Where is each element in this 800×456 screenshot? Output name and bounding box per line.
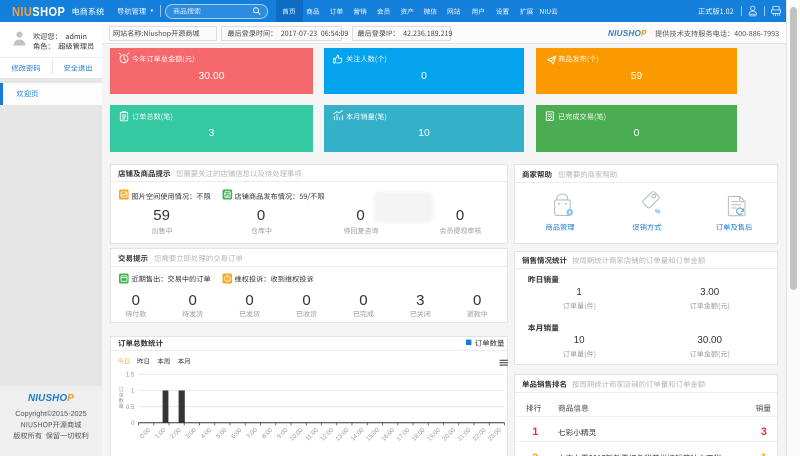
svg-text:5:00: 5:00 (215, 426, 229, 440)
svg-text:7:00: 7:00 (245, 426, 259, 440)
svg-text:0.5: 0.5 (126, 404, 135, 411)
svg-text:%: % (655, 209, 661, 216)
svg-text:19:00: 19:00 (426, 426, 442, 442)
svg-text:13:00: 13:00 (334, 426, 350, 442)
svg-text:3:00: 3:00 (184, 426, 198, 440)
svg-text:11:00: 11:00 (304, 426, 320, 442)
svg-text:0: 0 (131, 420, 135, 427)
svg-text:20:00: 20:00 (441, 426, 457, 442)
svg-text:6:00: 6:00 (230, 426, 244, 440)
svg-text:1:00: 1:00 (154, 426, 168, 440)
svg-text:21:00: 21:00 (456, 426, 472, 442)
svg-text:18:00: 18:00 (411, 426, 427, 442)
svg-text:16:00: 16:00 (380, 426, 396, 442)
svg-text:23:00: 23:00 (487, 426, 503, 442)
svg-text:12:00: 12:00 (319, 426, 335, 442)
svg-text:0:00: 0:00 (139, 426, 153, 440)
svg-text:14:00: 14:00 (350, 426, 366, 442)
svg-text:17:00: 17:00 (395, 426, 411, 442)
svg-text:8:00: 8:00 (261, 426, 275, 440)
svg-text:10:00: 10:00 (289, 426, 305, 442)
svg-text:1: 1 (131, 388, 135, 395)
svg-text:9:00: 9:00 (276, 426, 290, 440)
svg-text:22:00: 22:00 (472, 426, 488, 442)
svg-text:1.5: 1.5 (126, 371, 135, 378)
svg-text:4:00: 4:00 (200, 426, 214, 440)
svg-text:15:00: 15:00 (365, 426, 381, 442)
svg-text:2:00: 2:00 (169, 426, 183, 440)
